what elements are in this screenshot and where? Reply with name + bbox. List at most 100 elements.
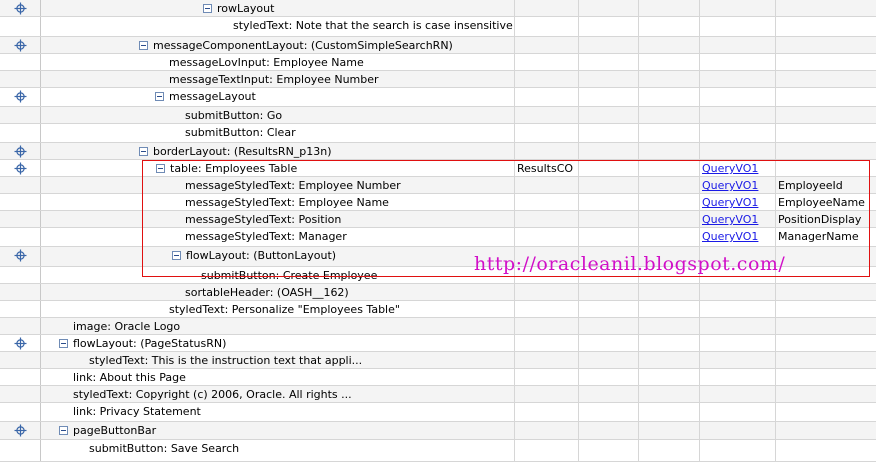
view-object-cell: [700, 352, 776, 368]
extra-cell: [639, 160, 700, 176]
node-label[interactable]: messageLayout: [169, 88, 256, 105]
tree-row[interactable]: link: About this Page: [0, 369, 876, 386]
tree-row[interactable]: link: Privacy Statement: [0, 403, 876, 422]
node-label[interactable]: flowLayout: (PageStatusRN): [73, 335, 226, 352]
controller-cell: [515, 88, 579, 106]
personalize-target-icon[interactable]: [14, 337, 27, 350]
personalize-target-icon[interactable]: [14, 39, 27, 52]
node-label[interactable]: flowLayout: (ButtonLayout): [186, 247, 336, 264]
node-label[interactable]: submitButton: Clear: [185, 124, 296, 141]
view-attribute-cell: ManagerName: [776, 228, 876, 246]
tree-row[interactable]: QueryVO1 ManagerName messageStyledText: Ma…: [0, 228, 876, 247]
tree-row[interactable]: submitButton: Save Search: [0, 440, 876, 462]
node-label[interactable]: table: Employees Table: [170, 160, 297, 177]
extra-cell: [579, 211, 639, 227]
collapse-toggle-icon[interactable]: [139, 147, 148, 156]
node-label[interactable]: messageStyledText: Manager: [185, 228, 347, 245]
node-label[interactable]: borderLayout: (ResultsRN_p13n): [153, 143, 332, 160]
node-label[interactable]: messageStyledText: Position: [185, 211, 341, 228]
personalize-target-icon[interactable]: [14, 2, 27, 15]
node-label[interactable]: submitButton: Save Search: [89, 440, 239, 457]
node-label[interactable]: image: Oracle Logo: [73, 318, 180, 335]
personalize-target-icon[interactable]: [14, 424, 27, 437]
view-attribute-cell: [776, 440, 876, 461]
view-attribute-cell: [776, 352, 876, 368]
view-object-link[interactable]: QueryVO1: [702, 230, 758, 243]
extra-cell: [639, 403, 700, 421]
node-label[interactable]: messageLovInput: Employee Name: [169, 54, 364, 71]
tree-row[interactable]: QueryVO1 EmployeeId messageStyledText: Emp…: [0, 177, 876, 194]
collapse-toggle-icon[interactable]: [59, 426, 68, 435]
node-label[interactable]: link: About this Page: [73, 369, 186, 386]
tree-row[interactable]: pageButtonBar: [0, 422, 876, 440]
name-cell: [41, 0, 515, 16]
extra-cell: [639, 54, 700, 70]
view-object-link[interactable]: QueryVO1: [702, 162, 758, 175]
tree-row[interactable]: image: Oracle Logo: [0, 318, 876, 335]
tree-row[interactable]: ResultsCO QueryVO1 table: Employees Table: [0, 160, 876, 177]
view-object-cell: [700, 369, 776, 385]
node-label[interactable]: rowLayout: [217, 0, 274, 17]
extra-cell: [579, 422, 639, 439]
view-object-link[interactable]: QueryVO1: [702, 179, 758, 192]
collapse-toggle-icon[interactable]: [155, 92, 164, 101]
extra-cell: [579, 352, 639, 368]
tree-row[interactable]: messageComponentLayout: (CustomSimpleSea…: [0, 37, 876, 54]
node-label[interactable]: pageButtonBar: [73, 422, 156, 439]
extra-cell: [579, 177, 639, 193]
node-label[interactable]: styledText: This is the instruction text…: [89, 352, 362, 369]
tree-row[interactable]: flowLayout: (PageStatusRN): [0, 335, 876, 352]
node-label[interactable]: styledText: Copyright (c) 2006, Oracle. …: [73, 386, 352, 403]
view-object-cell: [700, 71, 776, 87]
component-tree-grid: rowLayout styledText: Note that the searc…: [0, 0, 876, 462]
tree-row[interactable]: borderLayout: (ResultsRN_p13n): [0, 143, 876, 160]
node-label[interactable]: submitButton: Go: [185, 107, 282, 124]
collapse-toggle-icon[interactable]: [139, 41, 148, 50]
tree-row[interactable]: messageTextInput: Employee Number: [0, 71, 876, 88]
tree-row[interactable]: messageLayout: [0, 88, 876, 107]
collapse-toggle-icon[interactable]: [172, 251, 181, 260]
extra-cell: [579, 386, 639, 402]
view-object-link[interactable]: QueryVO1: [702, 196, 758, 209]
extra-cell: [639, 17, 700, 36]
tree-row[interactable]: submitButton: Clear: [0, 124, 876, 143]
extra-cell: [579, 228, 639, 246]
collapse-toggle-icon[interactable]: [156, 164, 165, 173]
node-label[interactable]: messageStyledText: Employee Number: [185, 177, 401, 194]
view-object-cell: [700, 54, 776, 70]
tree-row[interactable]: sortableHeader: (OASH__162): [0, 284, 876, 301]
tree-row[interactable]: QueryVO1 PositionDisplay messageStyledText…: [0, 211, 876, 228]
tree-row[interactable]: QueryVO1 EmployeeName messageStyledText: E…: [0, 194, 876, 211]
tree-row[interactable]: messageLovInput: Employee Name: [0, 54, 876, 71]
view-attribute-cell: [776, 247, 876, 266]
tree-row[interactable]: submitButton: Go: [0, 107, 876, 124]
tree-row[interactable]: styledText: Copyright (c) 2006, Oracle. …: [0, 386, 876, 403]
node-label[interactable]: link: Privacy Statement: [73, 403, 201, 420]
node-label[interactable]: messageStyledText: Employee Name: [185, 194, 389, 211]
personalize-target-icon[interactable]: [14, 162, 27, 175]
row-gutter: [0, 352, 41, 368]
tree-row[interactable]: styledText: Note that the search is case…: [0, 17, 876, 37]
tree-row[interactable]: rowLayout: [0, 0, 876, 17]
personalize-target-icon[interactable]: [14, 90, 27, 103]
controller-cell: [515, 143, 579, 159]
node-label[interactable]: styledText: Note that the search is case…: [233, 17, 513, 34]
collapse-toggle-icon[interactable]: [203, 4, 212, 13]
view-object-link[interactable]: QueryVO1: [702, 213, 758, 226]
node-label[interactable]: messageTextInput: Employee Number: [169, 71, 379, 88]
controller-cell: [515, 0, 579, 16]
tree-row[interactable]: styledText: Personalize "Employees Table…: [0, 301, 876, 318]
extra-cell: [579, 37, 639, 53]
node-label[interactable]: messageComponentLayout: (CustomSimpleSea…: [153, 37, 453, 54]
controller-cell: [515, 124, 579, 142]
controller-cell: [515, 107, 579, 123]
collapse-toggle-icon[interactable]: [59, 339, 68, 348]
node-label[interactable]: submitButton: Create Employee: [201, 267, 377, 284]
personalize-target-icon[interactable]: [14, 145, 27, 158]
node-label[interactable]: styledText: Personalize "Employees Table…: [169, 301, 400, 318]
node-label[interactable]: sortableHeader: (OASH__162): [185, 284, 349, 301]
view-object-cell: [700, 422, 776, 439]
personalize-target-icon[interactable]: [14, 249, 27, 262]
extra-cell: [639, 440, 700, 461]
tree-row[interactable]: styledText: This is the instruction text…: [0, 352, 876, 369]
